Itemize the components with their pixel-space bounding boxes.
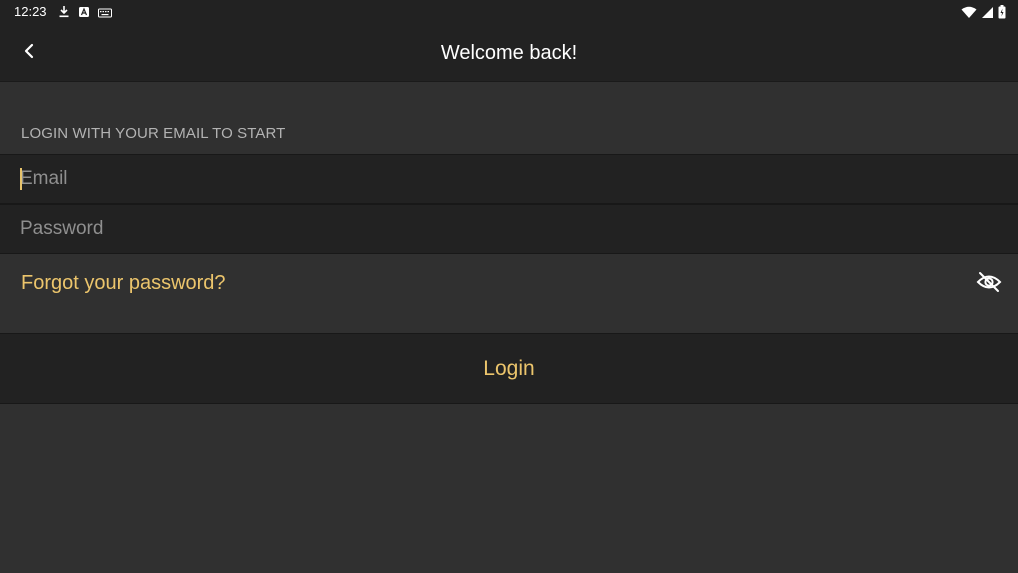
page-title: Welcome back! bbox=[440, 42, 578, 64]
email-field-row bbox=[0, 154, 1018, 204]
status-icons-right bbox=[961, 5, 1006, 24]
email-input[interactable] bbox=[20, 155, 960, 203]
status-bar: 12:23 bbox=[0, 0, 1018, 24]
password-field-row bbox=[0, 204, 1018, 254]
app-badge-icon bbox=[78, 5, 90, 23]
app-bar: Welcome back! bbox=[0, 24, 1018, 82]
status-icons-left bbox=[58, 5, 112, 23]
download-icon bbox=[58, 5, 70, 23]
battery-icon bbox=[998, 5, 1006, 24]
signal-icon bbox=[981, 6, 994, 24]
keyboard-icon bbox=[98, 5, 112, 23]
password-visibility-toggle[interactable] bbox=[974, 270, 1004, 298]
password-input[interactable] bbox=[20, 205, 960, 253]
eye-off-icon bbox=[976, 271, 1002, 298]
forgot-password-link[interactable]: Forgot your password? bbox=[21, 271, 226, 295]
login-button[interactable]: Login bbox=[0, 333, 1018, 404]
wifi-icon bbox=[961, 6, 977, 24]
section-label: LOGIN WITH YOUR EMAIL TO START bbox=[21, 125, 286, 142]
status-time: 12:23 bbox=[14, 4, 47, 19]
text-caret bbox=[20, 168, 22, 190]
